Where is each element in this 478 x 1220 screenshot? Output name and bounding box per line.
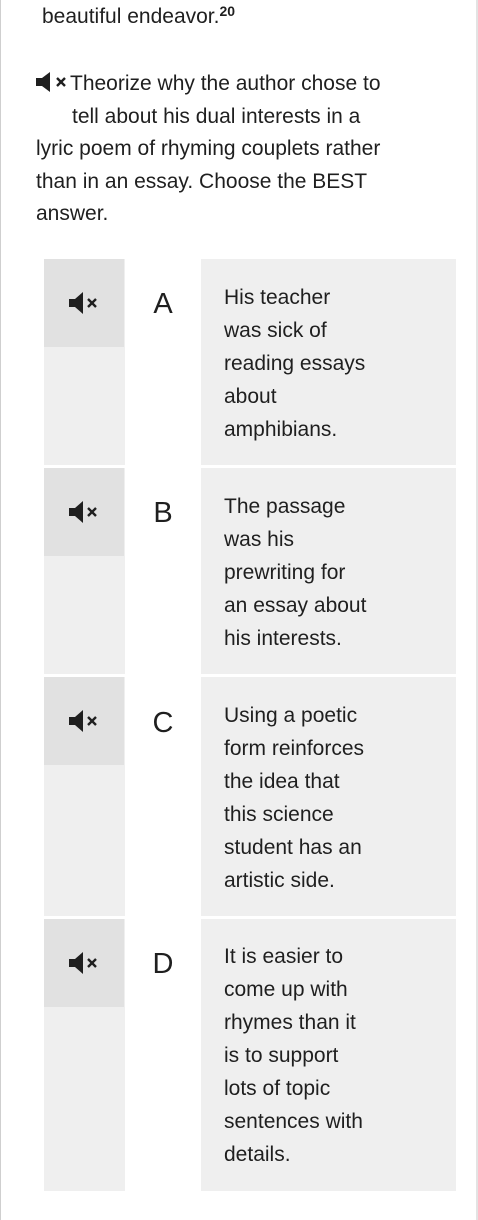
- question-line-3: lyric poem of rhyming couplets rather: [36, 137, 381, 160]
- speaker-muted-icon: [69, 952, 97, 974]
- footnote-marker[interactable]: 20: [219, 3, 235, 19]
- choice-letter: A: [153, 288, 173, 320]
- question-line-1: Theorize why the author chose to: [36, 68, 454, 101]
- choice-letter-cell: B: [125, 468, 201, 674]
- speaker-muted-icon[interactable]: [36, 71, 70, 93]
- answer-choice-a[interactable]: A His teacher was sick of reading essays…: [44, 259, 456, 465]
- choice-letter: B: [153, 497, 173, 529]
- question-line-4: than in an essay. Choose the BEST: [36, 169, 368, 193]
- speaker-muted-icon: [69, 292, 97, 314]
- question-prompt: Theorize why the author chose to tell ab…: [36, 68, 454, 231]
- speaker-muted-icon: [69, 710, 97, 732]
- answer-choice-b[interactable]: B The passage was his prewriting for an …: [44, 468, 456, 674]
- choice-text: Using a poetic form reinforces the idea …: [224, 704, 365, 892]
- choice-letter-cell: A: [125, 259, 201, 465]
- choice-audio-button[interactable]: [44, 919, 124, 1007]
- choice-audio-button[interactable]: [44, 259, 124, 347]
- choice-letter: D: [152, 948, 174, 980]
- passage-last-line: beautiful endeavor.20: [42, 3, 235, 31]
- choice-text: It is easier to come up with rhymes than…: [224, 945, 363, 1166]
- choice-text: The passage was his prewriting for an es…: [224, 495, 367, 650]
- answer-choice-c[interactable]: C Using a poetic form reinforces the ide…: [44, 677, 456, 916]
- passage-text: beautiful endeavor.: [42, 5, 220, 28]
- answer-choices: A His teacher was sick of reading essays…: [44, 259, 456, 1194]
- choice-letter-cell: C: [125, 677, 201, 916]
- answer-choice-d[interactable]: D It is easier to come up with rhymes th…: [44, 919, 456, 1191]
- question-line-2: tell about his dual interests in a: [72, 104, 361, 128]
- question-line-5: answer.: [36, 202, 109, 225]
- choice-audio-button[interactable]: [44, 677, 124, 765]
- choice-text: His teacher was sick of reading essays a…: [224, 286, 366, 441]
- choice-audio-button[interactable]: [44, 468, 124, 556]
- left-border: [0, 0, 1, 1220]
- speaker-muted-icon: [69, 501, 97, 523]
- choice-letter: C: [152, 707, 174, 739]
- choice-letter-cell: D: [125, 919, 201, 1191]
